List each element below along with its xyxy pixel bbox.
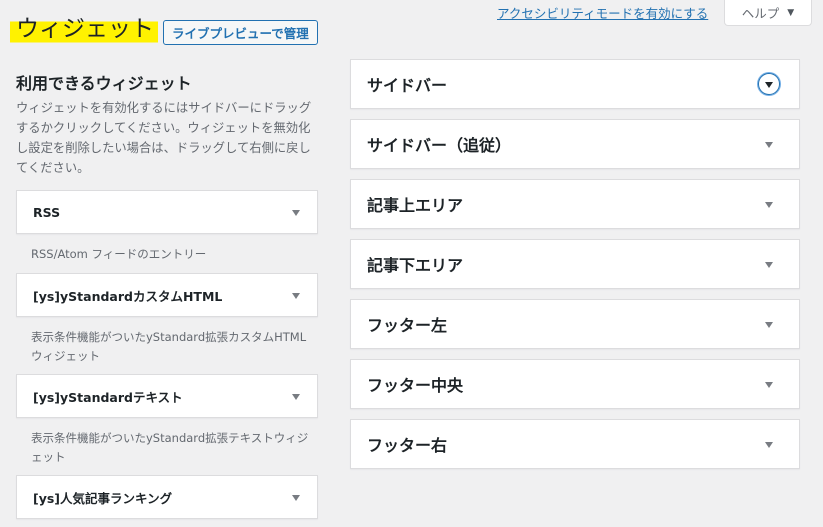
widget-description: RSS/Atom フィードのエントリー <box>31 247 207 261</box>
toggle-circle-icon[interactable] <box>758 73 780 95</box>
widget-area-footer-center[interactable]: フッター中央 <box>350 359 800 409</box>
caret-down-icon: ▼ <box>787 7 795 18</box>
expand-arrow-icon[interactable] <box>292 293 300 299</box>
widget-area-sidebar[interactable]: サイドバー <box>350 59 800 109</box>
expand-arrow-icon[interactable] <box>765 322 773 328</box>
widget-area-footer-right[interactable]: フッター右 <box>350 419 800 469</box>
help-tab-label: ヘルプ <box>741 6 780 21</box>
widget-area-after-content[interactable]: 記事下エリア <box>350 239 800 289</box>
available-widgets-description: ウィジェットを有効化するにはサイドバーにドラッグするかクリックしてください。ウィ… <box>16 101 312 175</box>
widget-ys-custom-html[interactable]: [ys]yStandardカスタムHTML <box>16 273 318 317</box>
widget-area-title: フッター左 <box>367 316 448 335</box>
widget-area-before-content[interactable]: 記事上エリア <box>350 179 800 229</box>
expand-arrow-icon[interactable] <box>292 394 300 400</box>
page-title: ウィジェット <box>10 12 158 44</box>
widget-title: RSS <box>33 204 61 220</box>
expand-arrow-icon[interactable] <box>765 442 773 448</box>
widget-area-title: フッター中央 <box>367 376 464 395</box>
widget-ys-text[interactable]: [ys]yStandardテキスト <box>16 374 318 418</box>
widget-description: 表示条件機能がついたyStandard拡張テキストウィジェット <box>31 431 309 464</box>
widget-area-title: フッター右 <box>367 436 448 455</box>
expand-arrow-icon[interactable] <box>292 210 300 216</box>
live-preview-button[interactable]: ライブプレビューで管理 <box>163 20 318 45</box>
widget-area-title: 記事下エリア <box>367 256 464 275</box>
widget-title: [ys]yStandardテキスト <box>33 389 183 405</box>
widget-rss[interactable]: RSS <box>16 190 318 234</box>
expand-arrow-icon[interactable] <box>765 382 773 388</box>
help-tab-button[interactable]: ヘルプ ▼ <box>724 0 812 26</box>
expand-arrow-icon[interactable] <box>292 495 300 501</box>
widget-area-title: サイドバー <box>367 76 448 95</box>
expand-arrow-icon[interactable] <box>765 202 773 208</box>
widget-title: [ys]人気記事ランキング <box>33 490 173 506</box>
expand-arrow-icon[interactable] <box>765 142 773 148</box>
expand-arrow-icon[interactable] <box>765 262 773 268</box>
widget-area-sidebar-fixed[interactable]: サイドバー（追従） <box>350 119 800 169</box>
widget-area-title: サイドバー（追従） <box>367 136 512 155</box>
widget-area-footer-left[interactable]: フッター左 <box>350 299 800 349</box>
widget-description: 表示条件機能がついたyStandard拡張カスタムHTMLウィジェット <box>31 330 307 363</box>
widget-area-title: 記事上エリア <box>367 196 464 215</box>
accessibility-mode-link[interactable]: アクセシビリティモードを有効にする <box>497 3 708 22</box>
available-widgets-title: 利用できるウィジェット <box>16 74 192 93</box>
widget-ys-ranking[interactable]: [ys]人気記事ランキング <box>16 475 318 519</box>
widget-title: [ys]yStandardカスタムHTML <box>33 288 223 304</box>
